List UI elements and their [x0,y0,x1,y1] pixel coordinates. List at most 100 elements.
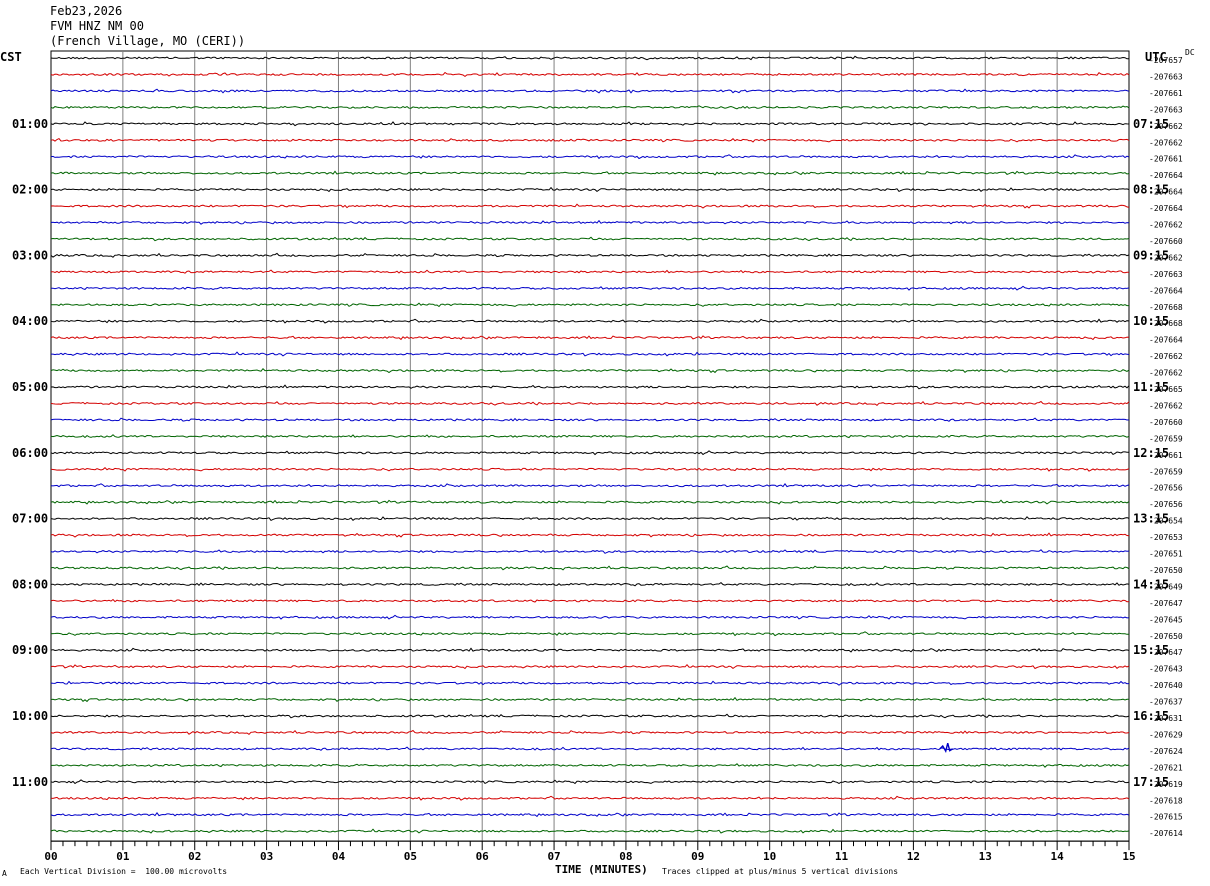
plot-frame [50,50,1130,842]
x-tick-label: 05 [404,850,417,863]
grid [50,50,1130,842]
dc-offset-label: -207624 [1149,747,1183,756]
dc-offset-label: -207659 [1149,434,1183,443]
dc-offset-label: -207615 [1149,813,1183,822]
dc-offset-label: -207662 [1149,401,1183,410]
x-tick-label: 08 [619,850,632,863]
seismic-trace [50,746,1130,751]
dc-offset-label: -207662 [1149,352,1183,361]
seismic-trace [50,71,1130,78]
seismic-trace [50,400,1130,406]
seismic-trace [50,598,1130,603]
seismic-trace [50,203,1130,209]
dc-offset-label: -207663 [1149,105,1183,114]
seismic-trace [50,105,1130,110]
right-time-label: 07:15 [1133,117,1169,131]
right-time-label: 13:15 [1133,512,1169,526]
seismic-trace [50,779,1130,785]
dc-label: DC [1185,48,1195,57]
x-tick-label: 01 [116,850,130,863]
x-tick-label: 04 [332,850,346,863]
x-axis-title: TIME (MINUTES) [555,863,648,876]
dc-offset-label: -207660 [1149,237,1183,246]
x-axis: 00 01 02 03 04 05 06 07 08 09 10 11 12 13 14 15 [44,840,1136,863]
right-time-label: 10:15 [1133,314,1169,328]
seismic-trace [50,450,1129,456]
x-tick-label: 03 [260,850,273,863]
seismic-trace [50,88,1130,94]
dc-offset-label: -207664 [1149,171,1183,180]
seismic-trace [50,154,1130,160]
seismic-trace [50,565,1130,571]
seismic-trace [50,367,1130,374]
seismic-trace [50,467,1130,472]
seismic-trace [50,335,1130,341]
x-tick-label: 00 [44,850,57,863]
x-tick-label: 12 [907,850,920,863]
dc-offset-label: -207660 [1149,418,1183,427]
right-time-label: 08:15 [1133,183,1169,197]
left-time-label: 04:00 [12,314,48,328]
left-time-label: 10:00 [12,709,48,723]
left-time-label: 08:00 [12,577,48,591]
left-time-label: 11:00 [12,775,48,789]
dc-offset-label: -207668 [1149,303,1183,312]
seismic-trace [50,614,1130,620]
seismic-trace [50,121,1130,127]
dc-offset-label: -207621 [1149,763,1183,772]
x-tick-label: 10 [763,850,776,863]
footer-clip-note: Traces clipped at plus/minus 5 vertical … [662,867,899,876]
right-time-label: 14:15 [1133,577,1169,591]
x-tick-label: 06 [476,850,490,863]
dc-offset-label: -207659 [1149,467,1183,476]
dc-offset-label: -207662 [1149,221,1183,230]
seismic-trace [51,351,1130,357]
seismic-trace [50,170,1130,176]
x-tick-label: 14 [1051,850,1065,863]
dc-offset-label: -207647 [1149,599,1183,608]
dc-offset-label: -207640 [1149,681,1183,690]
left-time-label: 05:00 [12,380,48,394]
dc-offset-label: -207662 [1149,138,1183,147]
seismic-trace [50,302,1129,308]
header-date: Feb23,2026 [50,4,123,18]
seismic-trace [50,219,1130,225]
dc-offset-label: -207656 [1149,500,1183,509]
seismic-trace [50,236,1130,242]
right-time-label: 11:15 [1133,380,1169,394]
dc-offset-label: -207664 [1149,286,1183,295]
dc-offset-label: -207663 [1149,270,1183,279]
dc-offset-label: -207629 [1149,730,1183,739]
seismic-trace [50,828,1130,834]
right-time-label: 17:15 [1133,775,1169,789]
x-tick-label: 02 [188,850,201,863]
right-time-label: 16:15 [1133,709,1169,723]
seismic-trace [50,252,1130,258]
left-zone-label: CST [0,50,22,64]
x-tick-label: 13 [979,850,992,863]
seismic-trace [50,285,1130,291]
seismic-trace [50,482,1130,488]
dc-offset-label: -207614 [1149,829,1183,838]
dc-offset-label: -207662 [1149,369,1183,378]
dc-offset-label: -207653 [1149,533,1183,542]
dc-offset-label: -207663 [1149,72,1183,81]
seismic-trace [50,549,1130,554]
dc-offset-label: -207661 [1149,89,1183,98]
seismic-trace [50,186,1130,193]
seismic-trace [50,516,1130,522]
left-time-label: 02:00 [12,183,48,197]
left-time-label: 06:00 [12,446,48,460]
x-tick-label: 11 [835,850,849,863]
seismic-event [939,742,954,754]
seismic-trace [50,729,1130,735]
x-tick-label: 15 [1122,850,1135,863]
left-time-label: 01:00 [12,117,48,131]
x-tick-label: 07 [547,850,560,863]
dc-offset-label: -207664 [1149,204,1183,213]
dc-offset-label: -207637 [1149,698,1183,707]
header-station: FVM HNZ NM 00 [50,19,144,33]
seismic-trace [50,318,1130,324]
seismic-trace [50,696,1130,703]
dc-offset-label: -207645 [1149,615,1183,624]
